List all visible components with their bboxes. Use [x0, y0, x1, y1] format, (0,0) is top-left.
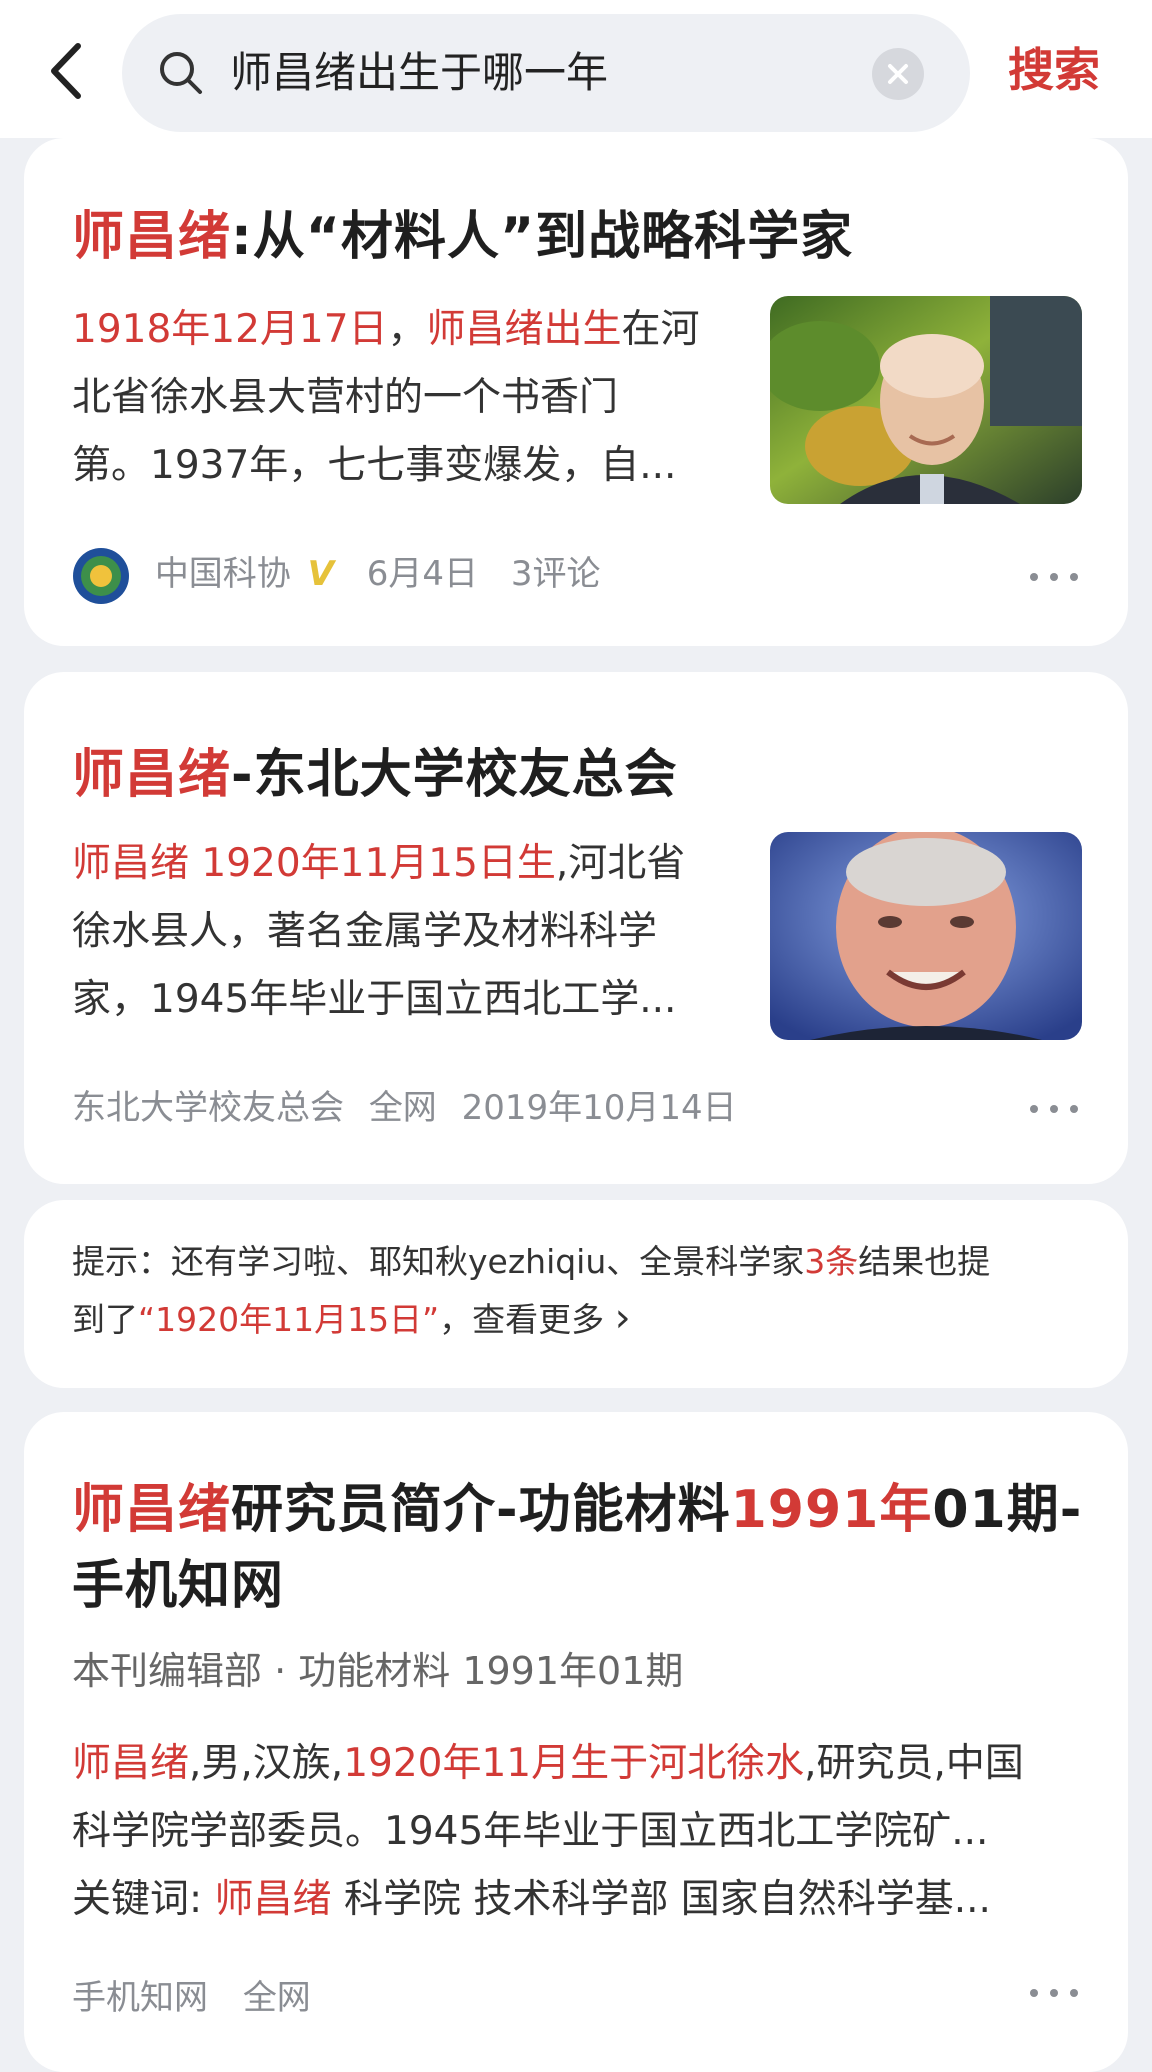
result-meta: 东北大学校友总会 全网 2019年10月14日: [72, 1080, 737, 1136]
back-button[interactable]: [42, 36, 92, 106]
clear-icon: [888, 64, 908, 84]
tip-text[interactable]: 提示：还有学习啦、耶知秋yezhiqiu、全景科学家3条结果也提 到了“1920…: [72, 1234, 990, 1348]
result-snippet: 1918年12月17日，师昌绪出生在河 北省徐水县大营村的一个书香门 第。193…: [72, 307, 700, 488]
clear-button[interactable]: [872, 48, 924, 100]
tip-card[interactable]: 提示：还有学习啦、耶知秋yezhiqiu、全景科学家3条结果也提 到了“1920…: [24, 1200, 1128, 1388]
search-icon: [160, 52, 202, 94]
back-arrow-icon: [51, 43, 81, 99]
result-date: 2019年10月14日: [461, 1088, 737, 1128]
result-scope: 全网: [368, 1088, 437, 1128]
portrait-image: [770, 296, 1082, 504]
result-card[interactable]: 师昌绪研究员简介-功能材料1991年01期- 手机知网 本刊编辑部 · 功能材料…: [24, 1412, 1128, 2072]
search-query[interactable]: 师昌绪出生于哪一年: [230, 14, 608, 132]
result-card[interactable]: 师昌绪-东北大学校友总会 师昌绪 1920年11月15日生,河北省 徐水县人，著…: [24, 672, 1128, 1184]
result-title[interactable]: 师昌绪-东北大学校友总会: [72, 732, 678, 807]
result-source[interactable]: 东北大学校友总会: [72, 1088, 344, 1128]
more-icon[interactable]: [1030, 566, 1082, 586]
result-title[interactable]: 师昌绪研究员简介-功能材料1991年01期- 手机知网: [72, 1472, 1082, 1624]
more-icon[interactable]: [1030, 1982, 1082, 2002]
result-meta: 手机知网 全网: [72, 1970, 311, 2019]
result-comments: 3评论: [510, 554, 601, 594]
portrait-image: [770, 832, 1082, 1040]
result-source[interactable]: 中国科协: [155, 554, 291, 594]
result-source[interactable]: 手机知网: [72, 1978, 208, 2018]
result-card[interactable]: 师昌绪:从“材料人”到战略科学家 1918年12月17日，师昌绪出生在河 北省徐…: [24, 138, 1128, 646]
search-button[interactable]: 搜索: [1008, 38, 1100, 102]
verified-icon: V: [307, 554, 334, 594]
result-date: 6月4日: [366, 554, 479, 594]
result-byline: 本刊编辑部 · 功能材料 1991年01期: [72, 1649, 684, 1693]
result-snippet: 师昌绪 1920年11月15日生,河北省 徐水县人，著名金属学及材料科学 家，1…: [72, 841, 686, 1022]
result-meta: 中国科协 V 6月4日 3评论: [72, 544, 600, 604]
result-snippet: 师昌绪,男,汉族,1920年11月生于河北徐水,研究员,中国 科学院学部委员。1…: [72, 1741, 1024, 1922]
result-title[interactable]: 师昌绪:从“材料人”到战略科学家: [72, 194, 853, 269]
chevron-right-icon[interactable]: ›: [615, 1295, 631, 1341]
search-input[interactable]: 师昌绪出生于哪一年: [122, 14, 970, 132]
result-scope: 全网: [242, 1978, 311, 2018]
more-icon[interactable]: [1030, 1098, 1082, 1118]
cast-logo-icon[interactable]: [72, 547, 130, 605]
top-search-bar: 师昌绪出生于哪一年 搜索: [0, 0, 1152, 138]
result-thumbnail[interactable]: [770, 832, 1082, 1040]
result-thumbnail[interactable]: [770, 296, 1082, 504]
